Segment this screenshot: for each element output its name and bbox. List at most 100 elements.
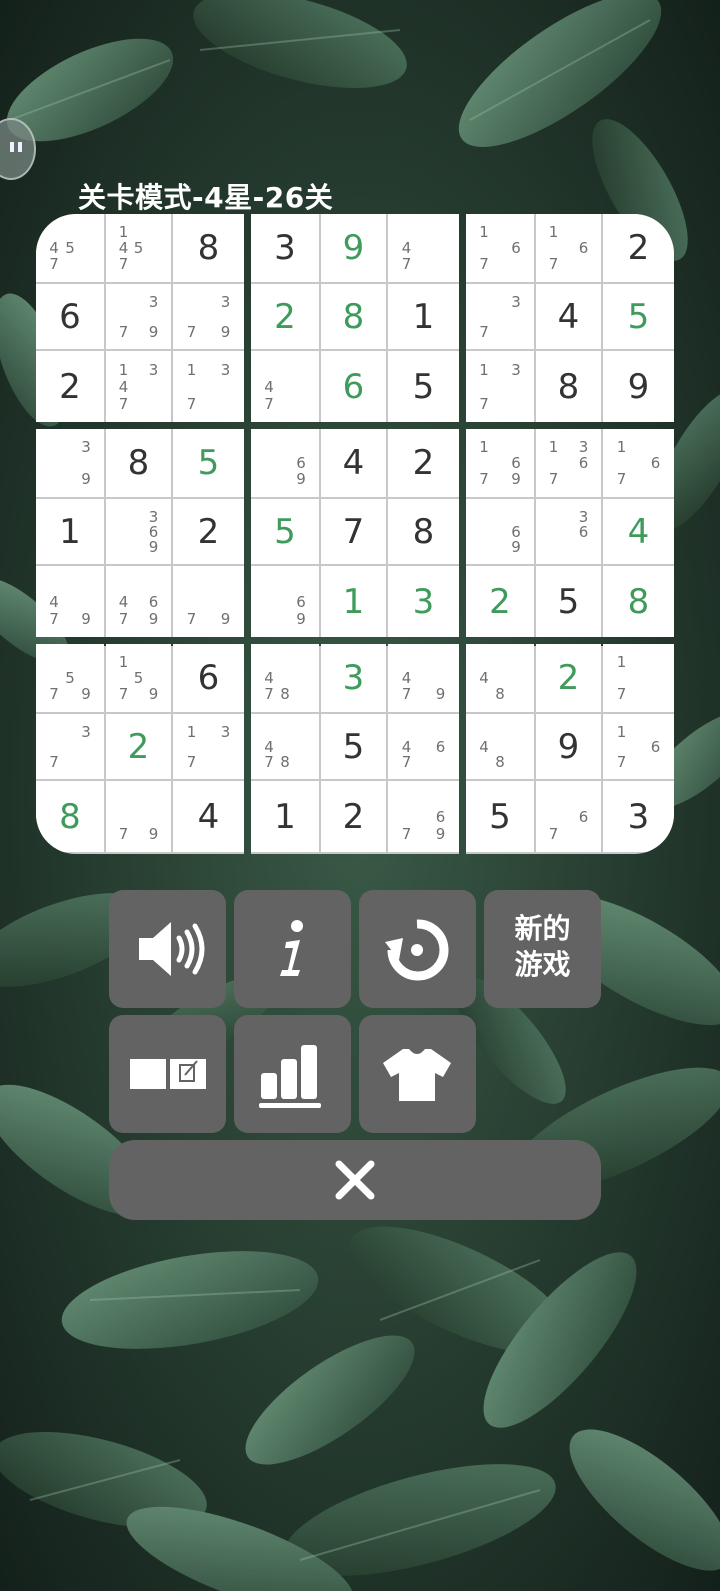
sudoku-cell[interactable]: 2: [173, 499, 244, 564]
sudoku-cell[interactable]: 39: [36, 429, 104, 497]
sudoku-cell[interactable]: 48: [466, 644, 534, 712]
pencil-note: 3: [148, 360, 159, 379]
sudoku-cell[interactable]: 579: [36, 644, 104, 712]
sudoku-cell[interactable]: 37: [36, 714, 104, 779]
sound-button[interactable]: [109, 890, 226, 1008]
sudoku-cell[interactable]: 467: [388, 714, 459, 779]
sudoku-cell[interactable]: 1: [36, 499, 104, 564]
sudoku-cell[interactable]: 6: [321, 351, 386, 422]
sudoku-cell[interactable]: 7: [321, 499, 386, 564]
close-menu-button[interactable]: [109, 1140, 601, 1220]
sudoku-cell[interactable]: 6: [173, 644, 244, 712]
sudoku-cell[interactable]: 1: [388, 284, 459, 349]
theme-button[interactable]: [359, 1015, 476, 1133]
sudoku-cell[interactable]: 5: [466, 781, 534, 852]
sudoku-cell[interactable]: 8: [106, 429, 171, 497]
sudoku-cell[interactable]: 3: [321, 644, 386, 712]
sudoku-cell[interactable]: 8: [536, 351, 601, 422]
sudoku-cell[interactable]: 67: [536, 781, 601, 852]
sudoku-cell[interactable]: 37: [466, 284, 534, 349]
sudoku-cell[interactable]: 1679: [466, 429, 534, 497]
sudoku-cell[interactable]: 2: [603, 214, 674, 282]
sudoku-cell[interactable]: 4679: [106, 566, 171, 637]
sudoku-cell[interactable]: 2: [106, 714, 171, 779]
pencil-note: 6: [578, 454, 589, 472]
sudoku-cell[interactable]: 5: [251, 499, 319, 564]
sudoku-cell[interactable]: 4: [536, 284, 601, 349]
pencil-note: 3: [511, 292, 521, 311]
notes-toggle-button[interactable]: [109, 1015, 226, 1133]
sudoku-cell[interactable]: 2: [466, 566, 534, 637]
entered-digit: 8: [627, 581, 650, 622]
sudoku-cell[interactable]: 3: [251, 214, 319, 282]
sudoku-cell[interactable]: 679: [388, 781, 459, 852]
sudoku-cell[interactable]: 379: [173, 284, 244, 349]
sudoku-cell[interactable]: 8: [388, 499, 459, 564]
sudoku-cell[interactable]: 4: [321, 429, 386, 497]
sudoku-cell[interactable]: 2: [321, 781, 386, 852]
sudoku-cell[interactable]: 1 3 7: [466, 351, 534, 422]
info-button[interactable]: [234, 890, 351, 1008]
sudoku-cell[interactable]: 1367: [536, 429, 601, 497]
sudoku-cell[interactable]: 5: [603, 284, 674, 349]
sudoku-cell[interactable]: 1: [321, 566, 386, 637]
pencil-note: 6: [578, 239, 589, 257]
sudoku-cell[interactable]: 369: [106, 499, 171, 564]
new-game-button[interactable]: 新的 游戏: [484, 890, 601, 1008]
sudoku-cell[interactable]: 9: [321, 214, 386, 282]
sudoku-cell[interactable]: 478: [251, 644, 319, 712]
sudoku-cell[interactable]: 1: [251, 781, 319, 852]
given-digit: 1: [412, 296, 435, 337]
stats-button[interactable]: [234, 1015, 351, 1133]
sudoku-cell[interactable]: 4: [173, 781, 244, 852]
sudoku-cell[interactable]: 36: [536, 499, 601, 564]
tshirt-icon: [383, 1049, 451, 1101]
sudoku-cell[interactable]: 47: [388, 214, 459, 282]
sudoku-cell[interactable]: 69: [251, 429, 319, 497]
sudoku-cell[interactable]: 8: [321, 284, 386, 349]
sudoku-cell[interactable]: 48: [466, 714, 534, 779]
sudoku-cell[interactable]: 3: [388, 566, 459, 637]
sudoku-cell[interactable]: 5: [173, 429, 244, 497]
sudoku-cell[interactable]: 17: [603, 644, 674, 712]
sudoku-cell[interactable]: 1 3 7: [173, 351, 244, 422]
sudoku-cell[interactable]: 1347: [106, 351, 171, 422]
sudoku-cell[interactable]: 47: [251, 351, 319, 422]
sudoku-cell[interactable]: 79: [173, 566, 244, 637]
sudoku-cell[interactable]: 1 6 7: [466, 214, 534, 282]
sudoku-cell[interactable]: 9: [603, 351, 674, 422]
sudoku-cell[interactable]: 69: [251, 566, 319, 637]
sudoku-cell[interactable]: 2: [388, 429, 459, 497]
sudoku-cell[interactable]: 69: [466, 499, 534, 564]
sudoku-cell[interactable]: 1 6 7: [536, 214, 601, 282]
sudoku-cell[interactable]: 6: [36, 284, 104, 349]
sudoku-cell[interactable]: 1457: [106, 214, 171, 282]
pencil-note: 1: [548, 438, 559, 456]
pencil-note: 8: [280, 685, 290, 703]
sudoku-cell[interactable]: 8: [603, 566, 674, 637]
sudoku-cell[interactable]: 8: [173, 214, 244, 282]
sudoku-cell[interactable]: 9: [536, 714, 601, 779]
sudoku-cell[interactable]: 5: [536, 566, 601, 637]
sudoku-cell[interactable]: 1 3 7: [173, 714, 244, 779]
sudoku-cell[interactable]: 2: [36, 351, 104, 422]
sudoku-cell[interactable]: 79: [106, 781, 171, 852]
sudoku-cell[interactable]: 8: [36, 781, 104, 852]
sudoku-cell[interactable]: 478: [251, 714, 319, 779]
sudoku-cell[interactable]: 3: [603, 781, 674, 852]
sudoku-cell[interactable]: 5: [388, 351, 459, 422]
sudoku-cell[interactable]: 5: [321, 714, 386, 779]
sudoku-cell[interactable]: 2: [251, 284, 319, 349]
sudoku-cell[interactable]: 479: [388, 644, 459, 712]
sudoku-cell[interactable]: 1579: [106, 644, 171, 712]
sudoku-cell[interactable]: 4: [603, 499, 674, 564]
sudoku-cell[interactable]: 479: [36, 566, 104, 637]
sudoku-cell[interactable]: 2: [536, 644, 601, 712]
pencil-note: 9: [511, 470, 521, 488]
sudoku-cell[interactable]: 379: [106, 284, 171, 349]
sudoku-cell[interactable]: 1 6 7: [603, 714, 674, 779]
entered-digit: 5: [197, 443, 220, 483]
restart-button[interactable]: [359, 890, 476, 1008]
sudoku-cell[interactable]: 1 6 7: [603, 429, 674, 497]
sudoku-cell[interactable]: 457: [36, 214, 104, 282]
